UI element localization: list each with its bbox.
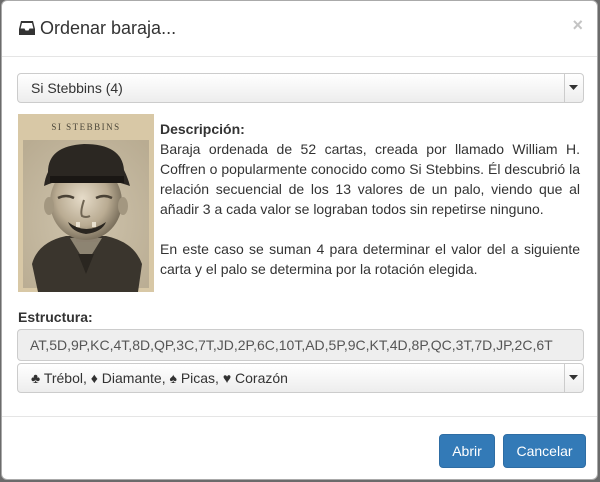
portrait-caption: SI STEBBINS xyxy=(51,122,120,132)
deck-select-value: Si Stebbins (4) xyxy=(31,80,123,96)
sort-deck-dialog: Ordenar baraja... × Si Stebbins (4) SI S… xyxy=(1,0,598,480)
suit-order-select[interactable]: ♣ Trébol, ♦ Diamante, ♠ Picas, ♥ Corazón xyxy=(17,363,584,393)
caret-down-icon xyxy=(569,85,578,90)
suit-order-toggle[interactable] xyxy=(564,364,583,392)
cancel-button[interactable]: Cancelar xyxy=(503,434,586,468)
structure-label: Estructura: xyxy=(18,309,93,325)
deck-description: Descripción: Baraja ordenada de 52 carta… xyxy=(160,119,580,279)
deck-select[interactable]: Si Stebbins (4) xyxy=(17,73,584,103)
structure-field[interactable]: AT,5D,9P,KC,4T,8D,QP,3C,7T,JD,2P,6C,10T,… xyxy=(17,329,584,361)
inbox-tray-icon xyxy=(19,21,35,35)
si-stebbins-portrait: SI STEBBINS xyxy=(18,114,154,292)
close-icon[interactable]: × xyxy=(572,15,583,35)
description-paragraph-1: Baraja ordenada de 52 cartas, creada por… xyxy=(160,141,580,217)
dialog-title: Ordenar baraja... xyxy=(40,18,177,38)
dialog-header: Ordenar baraja... × xyxy=(2,1,597,57)
deck-select-toggle[interactable] xyxy=(564,74,583,102)
caret-down-icon xyxy=(569,375,578,380)
description-paragraph-2: En este caso se suman 4 para determinar … xyxy=(160,241,580,277)
suit-order-value: ♣ Trébol, ♦ Diamante, ♠ Picas, ♥ Corazón xyxy=(31,370,288,386)
description-label: Descripción: xyxy=(160,121,245,137)
dialog-footer: Abrir Cancelar xyxy=(2,416,597,479)
open-button[interactable]: Abrir xyxy=(439,434,495,468)
